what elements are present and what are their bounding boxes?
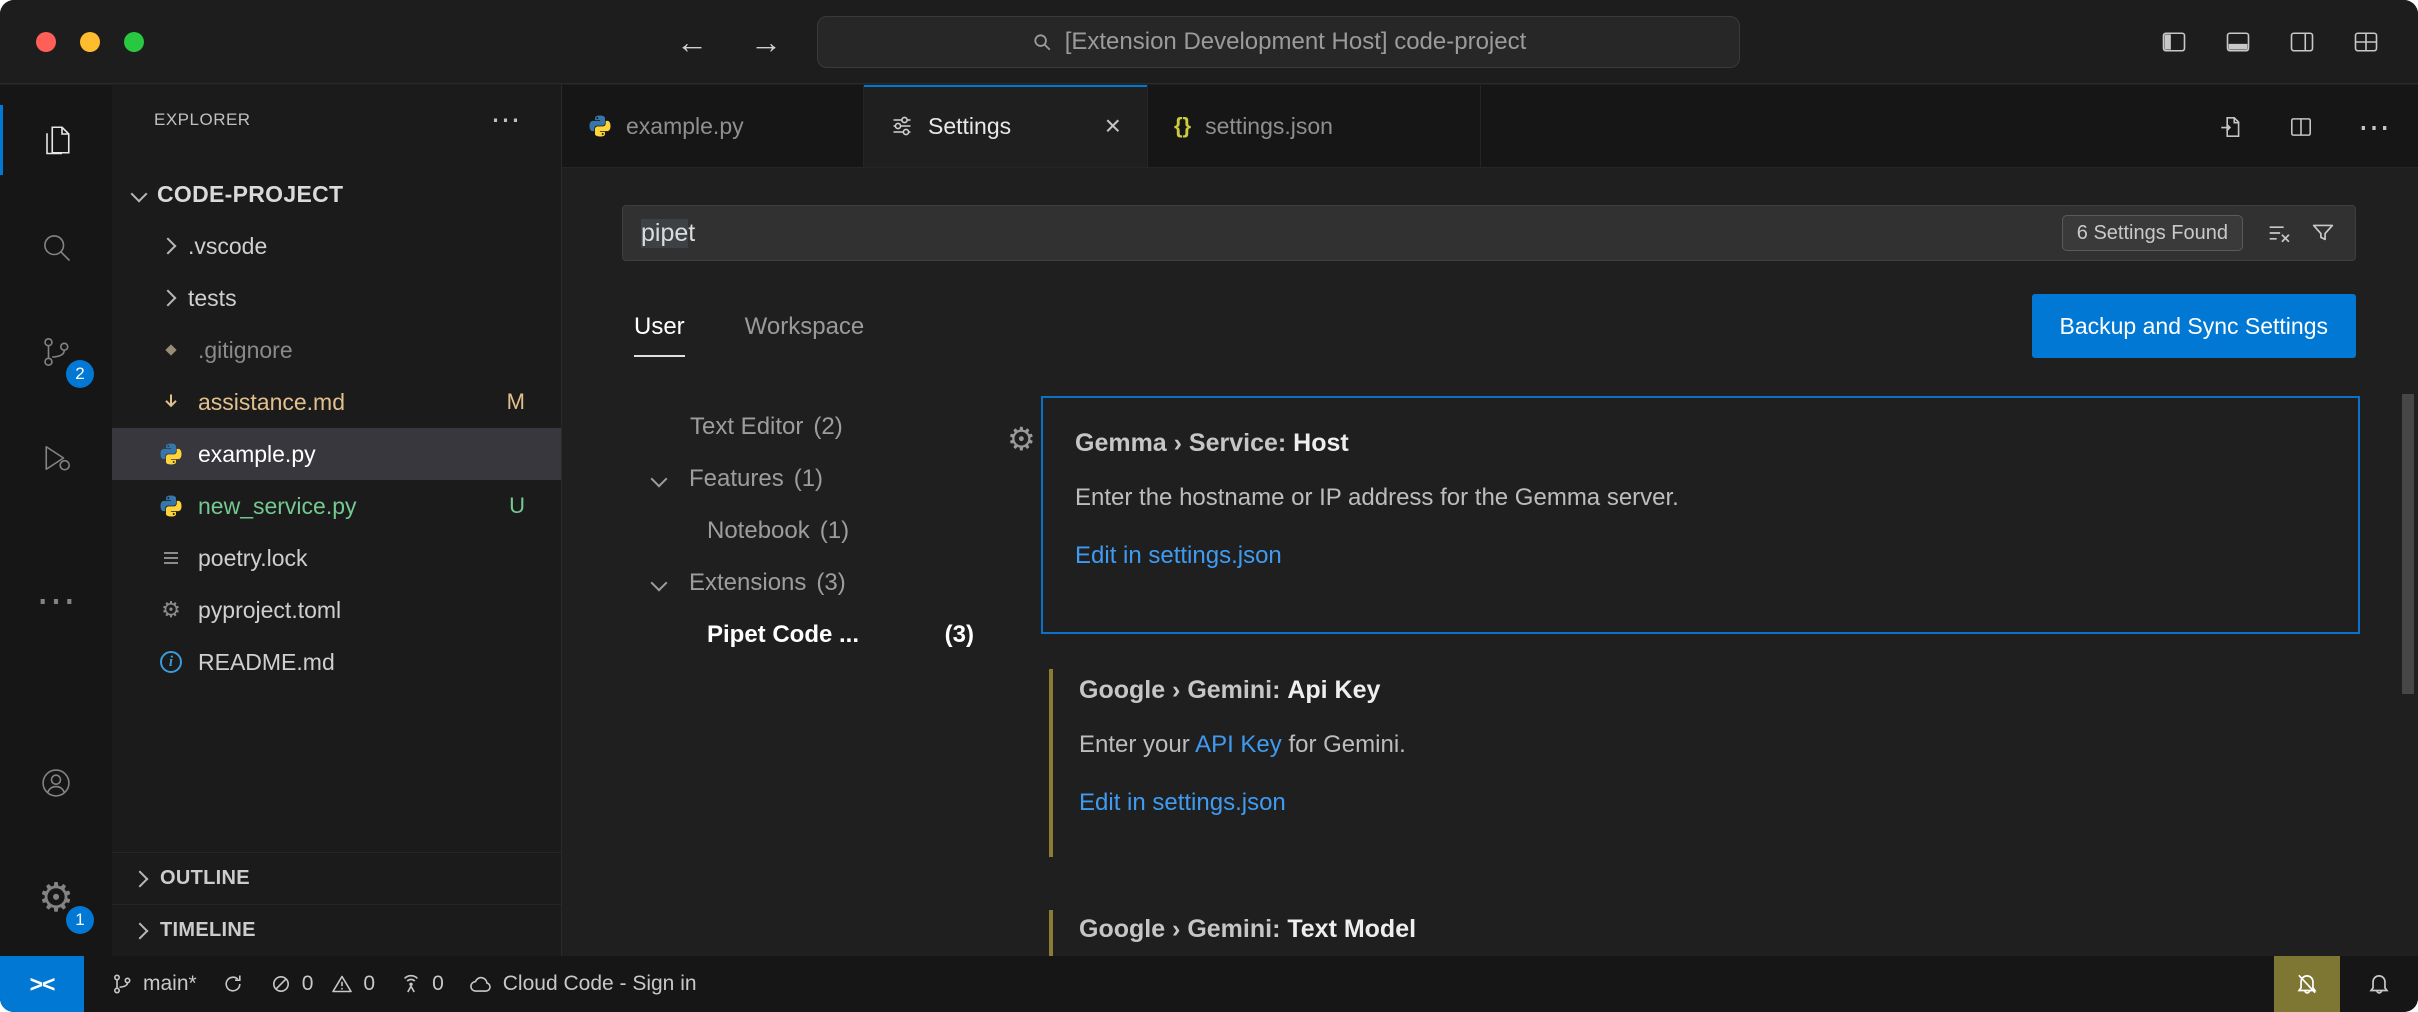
problems-item[interactable]: 0 0 <box>257 972 387 996</box>
scrollbar[interactable] <box>2402 394 2414 694</box>
git-untracked-badge: U <box>509 493 525 519</box>
sync-icon <box>221 972 245 996</box>
branch-icon <box>110 972 134 996</box>
info-file-icon: i <box>158 649 184 675</box>
explorer-activity-icon[interactable] <box>0 92 112 188</box>
markdown-file-icon <box>158 389 184 415</box>
setting-context-gear-icon[interactable]: ⚙ <box>1007 423 1036 455</box>
bell-slash-icon <box>2294 971 2320 997</box>
broadcast-icon <box>399 972 423 996</box>
tree-item-vscode[interactable]: .vscode <box>112 220 561 272</box>
title-bar: ← → [Extension Development Host] code-pr… <box>0 0 2418 84</box>
run-debug-activity-icon[interactable] <box>0 410 112 506</box>
search-activity-icon[interactable] <box>0 199 112 295</box>
tree-item-tests[interactable]: tests <box>112 272 561 324</box>
chevron-right-icon <box>132 870 149 887</box>
activity-bar: 2 ⋯ ⚙ 1 <box>0 85 112 956</box>
open-changes-icon[interactable] <box>2218 114 2244 140</box>
split-editor-icon[interactable] <box>2288 114 2314 140</box>
python-file-icon <box>158 493 184 519</box>
navigate-forward-button[interactable]: → <box>750 24 782 61</box>
accounts-icon[interactable] <box>0 735 112 831</box>
toggle-secondary-sidebar-icon[interactable] <box>2288 28 2316 56</box>
setting-google-gemini-text-model[interactable]: Google › Gemini: Text Model <box>1041 908 2360 956</box>
git-file-icon <box>158 337 184 363</box>
editor-more-actions-icon[interactable]: ⋯ <box>2358 108 2390 146</box>
toggle-sidebar-icon[interactable] <box>2160 28 2188 56</box>
errors-icon <box>269 972 293 996</box>
navigate-back-button[interactable]: ← <box>676 24 708 61</box>
editor-area: example.py Settings × {} <box>562 85 2418 956</box>
tree-item-readme-md[interactable]: i README.md <box>112 636 561 688</box>
settings-gear-icon[interactable]: ⚙ 1 <box>0 850 112 946</box>
tab-settings-json[interactable]: {} settings.json <box>1148 85 1481 167</box>
tree-root-code-project[interactable]: CODE-PROJECT <box>112 168 561 220</box>
source-control-badge: 2 <box>66 360 94 388</box>
git-modified-badge: M <box>507 389 525 415</box>
warnings-icon <box>330 972 354 996</box>
notifications-item[interactable] <box>2340 956 2418 1012</box>
api-key-link[interactable]: API Key <box>1195 731 1282 758</box>
modified-indicator <box>1049 910 1053 956</box>
customize-layout-icon[interactable] <box>2352 28 2380 56</box>
timeline-section-header[interactable]: TIMELINE <box>112 904 561 956</box>
chevron-down-icon <box>131 186 148 203</box>
git-branch-item[interactable]: main* <box>98 972 209 996</box>
file-tree: CODE-PROJECT .vscode tests .git <box>112 168 561 688</box>
traffic-lights <box>36 32 144 52</box>
source-control-activity-icon[interactable]: 2 <box>0 304 112 400</box>
toggle-panel-icon[interactable] <box>2224 28 2252 56</box>
python-file-icon <box>158 441 184 467</box>
python-file-icon <box>588 114 612 138</box>
minimize-window-button[interactable] <box>80 32 100 52</box>
more-views-icon[interactable]: ⋯ <box>0 553 112 649</box>
close-window-button[interactable] <box>36 32 56 52</box>
tree-item-poetry-lock[interactable]: poetry.lock <box>112 532 561 584</box>
cloud-icon <box>468 971 494 997</box>
editor-tab-bar: example.py Settings × {} <box>562 85 2418 168</box>
search-icon <box>1031 31 1053 53</box>
chevron-right-icon <box>160 290 177 307</box>
chevron-right-icon <box>160 238 177 255</box>
do-not-disturb-item[interactable] <box>2274 956 2340 1012</box>
edit-in-settings-json-link[interactable]: Edit in settings.json <box>1079 789 1286 817</box>
tree-item-pyproject-toml[interactable]: ⚙ pyproject.toml <box>112 584 561 636</box>
command-center-label: [Extension Development Host] code-projec… <box>1065 28 1527 56</box>
sliders-icon <box>890 114 914 138</box>
tree-item-new-service-py[interactable]: new_service.py U <box>112 480 561 532</box>
status-bar: >< main* <box>0 956 2418 1012</box>
tree-item-assistance-md[interactable]: assistance.md M <box>112 376 561 428</box>
explorer-more-actions-icon[interactable]: ⋯ <box>491 103 522 138</box>
bell-icon <box>2366 971 2392 997</box>
zoom-window-button[interactable] <box>124 32 144 52</box>
sync-changes-item[interactable] <box>209 972 257 996</box>
explorer-title: EXPLORER <box>154 110 251 130</box>
tree-item-gitignore[interactable]: .gitignore <box>112 324 561 376</box>
settings-editor: pipet 6 Settings Found User <box>562 169 2418 956</box>
settings-gear-badge: 1 <box>66 906 94 934</box>
ports-item[interactable]: 0 <box>387 972 456 996</box>
command-center[interactable]: [Extension Development Host] code-projec… <box>817 16 1740 68</box>
setting-gemma-service-host[interactable]: Gemma › Service: Host Enter the hostname… <box>1041 396 2360 634</box>
chevron-right-icon <box>132 922 149 939</box>
tree-item-example-py[interactable]: example.py <box>112 428 561 480</box>
outline-section-header[interactable]: OUTLINE <box>112 852 561 904</box>
gear-file-icon: ⚙ <box>158 597 184 623</box>
tab-settings[interactable]: Settings × <box>864 85 1148 167</box>
edit-in-settings-json-link[interactable]: Edit in settings.json <box>1075 542 1282 570</box>
list-file-icon <box>158 545 184 571</box>
vscode-window: ← → [Extension Development Host] code-pr… <box>0 0 2418 1012</box>
cloud-code-item[interactable]: Cloud Code - Sign in <box>456 971 709 997</box>
modified-indicator <box>1049 669 1053 857</box>
explorer-sidebar: EXPLORER ⋯ CODE-PROJECT .vscode tests <box>112 85 562 956</box>
json-braces-icon: {} <box>1174 113 1191 139</box>
setting-google-gemini-api-key[interactable]: Google › Gemini: Api Key Enter your API … <box>1041 667 2360 859</box>
remote-indicator[interactable]: >< <box>0 956 84 1012</box>
tab-example-py[interactable]: example.py <box>562 85 864 167</box>
settings-list: ⚙ Gemma › Service: Host Enter the hostna… <box>562 169 2418 956</box>
close-tab-icon[interactable]: × <box>1105 110 1121 142</box>
